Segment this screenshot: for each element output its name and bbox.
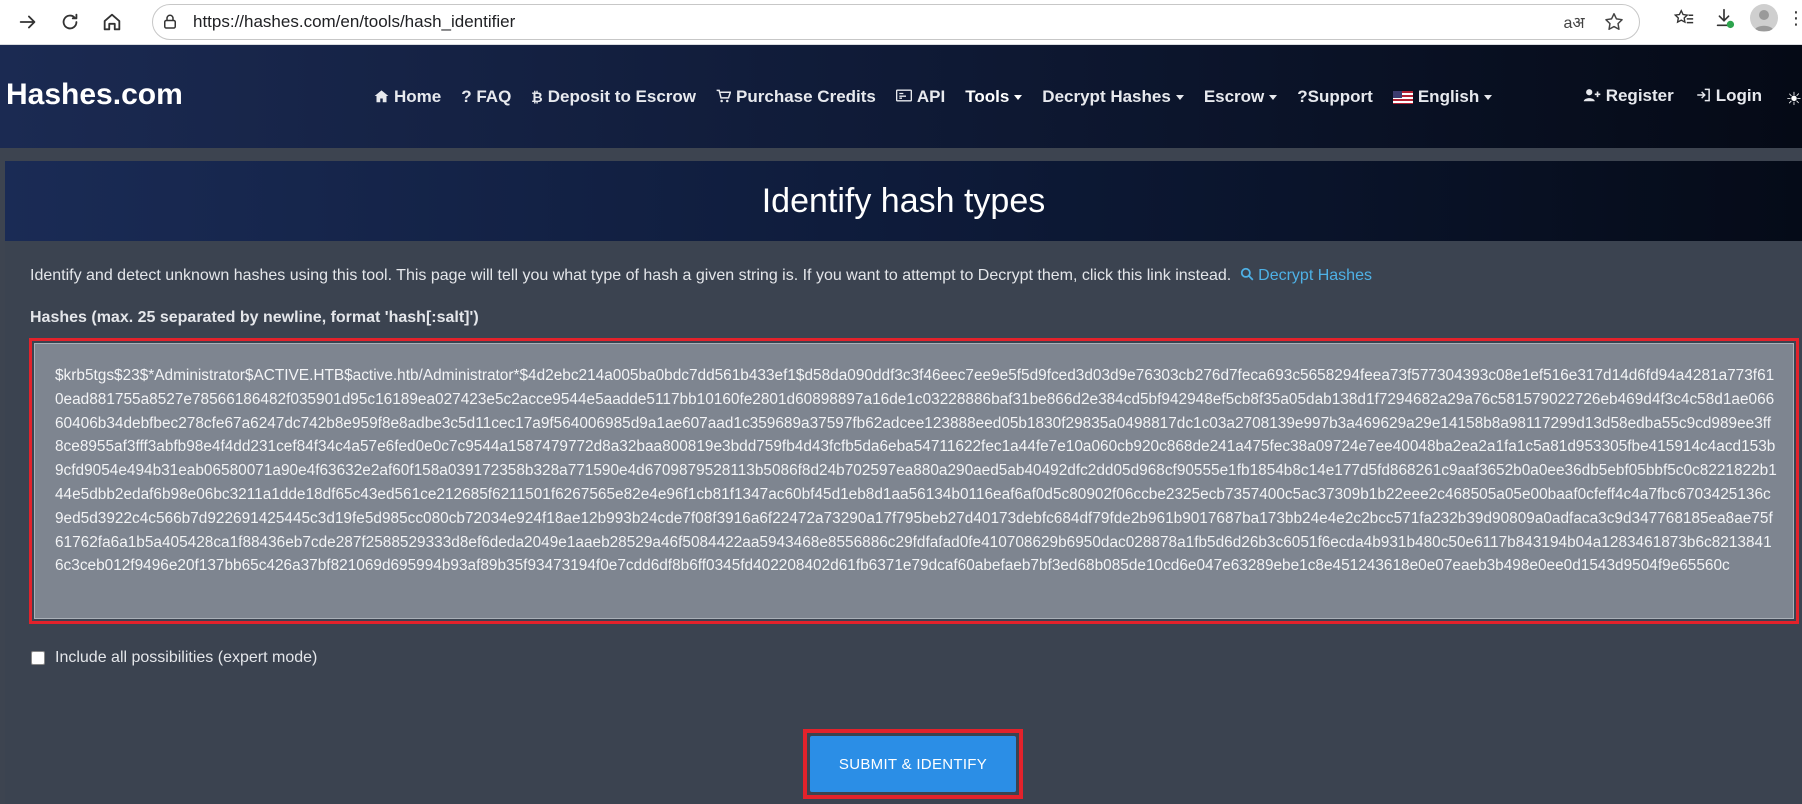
submit-highlight: SUBMIT & IDENTIFY — [803, 729, 1023, 799]
submit-identify-button[interactable]: SUBMIT & IDENTIFY — [810, 736, 1016, 792]
sign-in-icon — [1696, 88, 1711, 105]
hash-input[interactable]: $krb5tgs$23$*Administrator$ACTIVE.HTB$ac… — [34, 343, 1794, 619]
nav-tools-dropdown[interactable]: Tools — [965, 87, 1023, 107]
nav-support[interactable]: ?Support — [1297, 87, 1373, 107]
site-navbar: Hashes.com Home ? FAQ ₿ Deposit to Escro… — [0, 45, 1802, 148]
search-icon — [1240, 267, 1254, 281]
intro-text: Identify and detect unknown hashes using… — [30, 267, 1372, 284]
translate-icon[interactable]: aअ — [1563, 11, 1585, 33]
avatar[interactable] — [1750, 4, 1778, 32]
api-icon — [895, 89, 912, 105]
brand-logo[interactable]: Hashes.com — [6, 78, 183, 112]
bitcoin-icon: ₿ — [531, 89, 543, 105]
nav-home[interactable]: Home — [374, 87, 441, 107]
nav-menu: Home ? FAQ ₿ Deposit to Escrow Purchase … — [374, 87, 1512, 107]
user-plus-icon — [1583, 88, 1601, 105]
nav-language-dropdown[interactable]: English — [1392, 87, 1493, 107]
nav-purchase-credits[interactable]: Purchase Credits — [716, 87, 876, 107]
nav-api[interactable]: API — [895, 87, 945, 107]
bookmark-star-icon[interactable] — [1603, 11, 1625, 33]
caret-down-icon — [1014, 94, 1023, 100]
flag-icon — [1392, 90, 1413, 104]
main-panel: Identify hash types Identify and detect … — [5, 161, 1802, 804]
nav-account: Register Login — [1583, 86, 1762, 106]
address-bar[interactable]: https://hashes.com/en/tools/hash_identif… — [152, 4, 1640, 40]
decrypt-hashes-link[interactable]: Decrypt Hashes — [1240, 267, 1372, 284]
home-icon — [374, 89, 389, 106]
expert-mode-checkbox[interactable] — [31, 651, 45, 665]
nav-decrypt-hashes-dropdown[interactable]: Decrypt Hashes — [1042, 87, 1184, 107]
theme-toggle-icon[interactable]: ☀ — [1786, 89, 1802, 110]
reload-icon[interactable] — [52, 4, 88, 40]
nav-faq[interactable]: ? FAQ — [461, 87, 511, 107]
hash-input-highlight: $krb5tgs$23$*Administrator$ACTIVE.HTB$ac… — [29, 338, 1799, 624]
url-text[interactable]: https://hashes.com/en/tools/hash_identif… — [193, 12, 515, 32]
login-link[interactable]: Login — [1696, 86, 1762, 106]
page-title: Identify hash types — [761, 181, 1046, 220]
expert-mode-label[interactable]: Include all possibilities (expert mode) — [55, 649, 317, 667]
downloads-icon[interactable] — [1710, 4, 1738, 32]
lock-icon[interactable] — [161, 13, 179, 31]
caret-down-icon — [1269, 94, 1278, 100]
hashes-label: Hashes (max. 25 separated by newline, fo… — [30, 309, 479, 326]
favorites-icon[interactable] — [1670, 4, 1698, 32]
home-icon[interactable] — [94, 4, 130, 40]
caret-down-icon — [1175, 94, 1184, 100]
cart-icon — [716, 89, 732, 106]
more-icon[interactable]: ⋮ — [1787, 4, 1802, 32]
nav-deposit-escrow[interactable]: ₿ Deposit to Escrow — [531, 87, 696, 107]
browser-toolbar: https://hashes.com/en/tools/hash_identif… — [0, 0, 1802, 45]
register-link[interactable]: Register — [1583, 86, 1674, 106]
caret-down-icon — [1484, 94, 1493, 100]
nav-escrow-dropdown[interactable]: Escrow — [1204, 87, 1278, 107]
panel-header: Identify hash types — [5, 161, 1802, 241]
expert-mode-option: Include all possibilities (expert mode) — [31, 649, 317, 667]
forward-icon[interactable] — [10, 4, 46, 40]
